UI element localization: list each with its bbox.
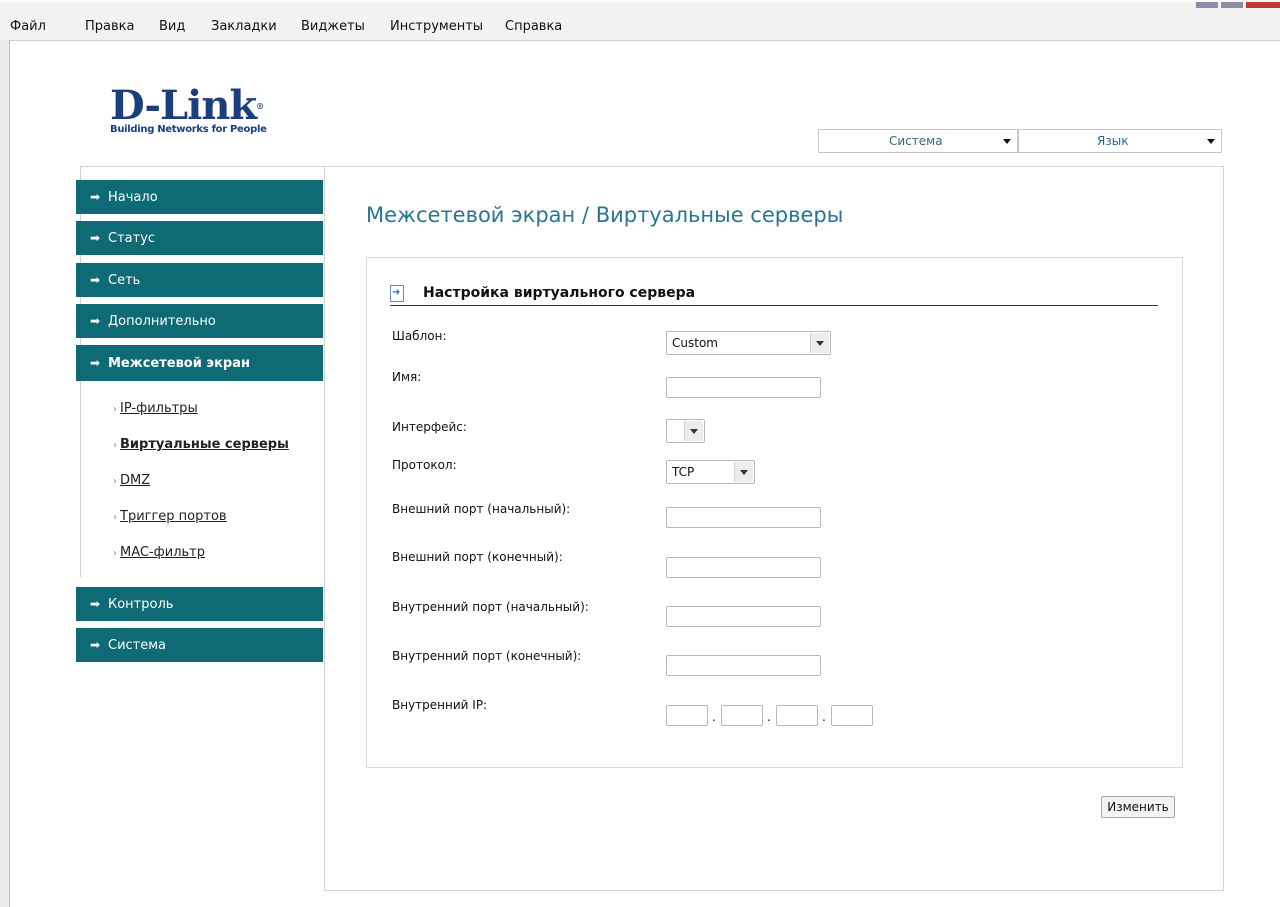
menu-tools[interactable]: Инструменты — [390, 19, 483, 34]
arrow-right-icon: ➡ — [90, 190, 101, 204]
int-port-end-label: Внутренний порт (конечный): — [392, 649, 582, 663]
system-menu-select[interactable]: Система — [818, 129, 1018, 153]
submenu-virtual-servers-label[interactable]: Виртуальные серверы — [120, 437, 289, 452]
submenu-dmz-label[interactable]: DMZ — [120, 473, 150, 488]
arrow-right-icon: ➡ — [90, 314, 101, 328]
language-select[interactable]: Язык — [1018, 129, 1222, 153]
nav-firewall[interactable]: ➡ Межсетевой экран — [76, 345, 323, 381]
chevron-down-icon — [1003, 139, 1011, 144]
template-label: Шаблон: — [392, 329, 447, 343]
nav-home-label: Начало — [108, 190, 158, 205]
arrow-right-icon: ➡ — [90, 638, 101, 652]
ext-port-start-label: Внешний порт (начальный): — [392, 502, 571, 516]
name-input[interactable] — [666, 377, 821, 398]
dropdown-button — [684, 421, 703, 441]
dropdown-button — [810, 333, 829, 353]
nav-network[interactable]: ➡ Сеть — [76, 263, 323, 297]
dropdown-button — [734, 462, 753, 482]
menu-view[interactable]: Вид — [159, 19, 185, 34]
ip-octet-3-input[interactable] — [776, 705, 818, 726]
ip-separator: . — [767, 710, 771, 724]
template-select[interactable]: Custom — [666, 331, 831, 355]
close-icon[interactable] — [1246, 2, 1280, 8]
ip-octet-1-input[interactable] — [666, 705, 708, 726]
protocol-label: Протокол: — [392, 458, 457, 472]
int-port-end-input[interactable] — [666, 655, 821, 676]
logo-tagline: Building Networks for People — [110, 124, 267, 135]
ip-separator: . — [822, 710, 826, 724]
chevron-down-icon — [816, 341, 824, 346]
internal-ip-label: Внутренний IP: — [392, 698, 488, 712]
change-button[interactable]: Изменить — [1101, 796, 1175, 818]
template-value: Custom — [672, 336, 718, 350]
int-port-start-input[interactable] — [666, 606, 821, 627]
ext-port-end-label: Внешний порт (конечный): — [392, 550, 563, 564]
document-arrow-icon: ➜ — [390, 285, 404, 302]
ext-port-start-input[interactable] — [666, 507, 821, 528]
menu-widgets[interactable]: Виджеты — [301, 19, 365, 34]
dlink-logo: D-Link® Building Networks for People — [110, 86, 267, 136]
nav-advanced-label: Дополнительно — [108, 314, 216, 329]
menu-edit[interactable]: Правка — [85, 19, 134, 34]
submenu-ip-filters-label[interactable]: IP-фильтры — [120, 401, 198, 416]
minimize-icon[interactable] — [1196, 2, 1218, 8]
name-label: Имя: — [392, 370, 422, 384]
nav-advanced[interactable]: ➡ Дополнительно — [76, 304, 323, 338]
menu-help[interactable]: Справка — [505, 19, 562, 34]
submenu-dmz[interactable]: › DMZ — [113, 473, 150, 488]
nav-system[interactable]: ➡ Система — [76, 628, 323, 662]
arrow-right-icon: ➡ — [90, 231, 101, 245]
registered-icon: ® — [256, 101, 264, 111]
section-divider — [390, 305, 1158, 306]
interface-select[interactable] — [666, 419, 705, 443]
bullet-icon: › — [113, 548, 117, 559]
nav-status-label: Статус — [108, 231, 156, 246]
nav-network-label: Сеть — [108, 273, 141, 288]
ip-separator: . — [712, 710, 716, 724]
bullet-icon: › — [113, 440, 117, 451]
window-left-border — [0, 40, 10, 907]
ip-octet-4-input[interactable] — [831, 705, 873, 726]
protocol-select[interactable]: TCP — [666, 460, 755, 484]
page-title: Межсетевой экран / Виртуальные серверы — [366, 203, 844, 227]
maximize-icon[interactable] — [1221, 2, 1243, 8]
protocol-value: TCP — [672, 465, 695, 479]
menu-file[interactable]: Файл — [10, 19, 46, 34]
chevron-down-icon — [1207, 139, 1215, 144]
nav-control-label: Контроль — [108, 597, 174, 612]
arrow-right-icon: ➡ — [90, 356, 101, 370]
nav-status[interactable]: ➡ Статус — [76, 221, 323, 255]
interface-label: Интерфейс: — [392, 420, 467, 434]
submenu-ip-filters[interactable]: › IP-фильтры — [113, 401, 198, 416]
submenu-virtual-servers[interactable]: › Виртуальные серверы — [113, 437, 289, 452]
arrow-right-icon: ➡ — [90, 597, 101, 611]
menu-bookmarks[interactable]: Закладки — [211, 19, 277, 34]
section-title: Настройка виртуального сервера — [423, 285, 696, 301]
ext-port-end-input[interactable] — [666, 557, 821, 578]
bullet-icon: › — [113, 404, 117, 415]
chevron-down-icon — [740, 470, 748, 475]
language-label: Язык — [1097, 134, 1129, 148]
system-menu-label: Система — [889, 134, 943, 148]
submenu-port-trigger[interactable]: › Триггер портов — [113, 509, 227, 524]
nav-home[interactable]: ➡ Начало — [76, 180, 323, 214]
bullet-icon: › — [113, 476, 117, 487]
window-top-edge — [0, 0, 1280, 3]
submenu-mac-filter-label[interactable]: MAC-фильтр — [120, 545, 205, 560]
nav-system-label: Система — [108, 638, 167, 653]
logo-brand: D-Link — [110, 82, 257, 129]
bullet-icon: › — [113, 512, 117, 523]
chevron-down-icon — [690, 429, 698, 434]
int-port-start-label: Внутренний порт (начальный): — [392, 600, 589, 614]
browser-menubar: Файл Правка Вид Закладки Виджеты Инструм… — [0, 0, 1280, 41]
ip-octet-2-input[interactable] — [721, 705, 763, 726]
submenu-port-trigger-label[interactable]: Триггер портов — [120, 509, 227, 524]
submenu-mac-filter[interactable]: › MAC-фильтр — [113, 545, 205, 560]
nav-firewall-label: Межсетевой экран — [108, 356, 250, 371]
nav-control[interactable]: ➡ Контроль — [76, 587, 323, 621]
arrow-right-icon: ➡ — [90, 273, 101, 287]
